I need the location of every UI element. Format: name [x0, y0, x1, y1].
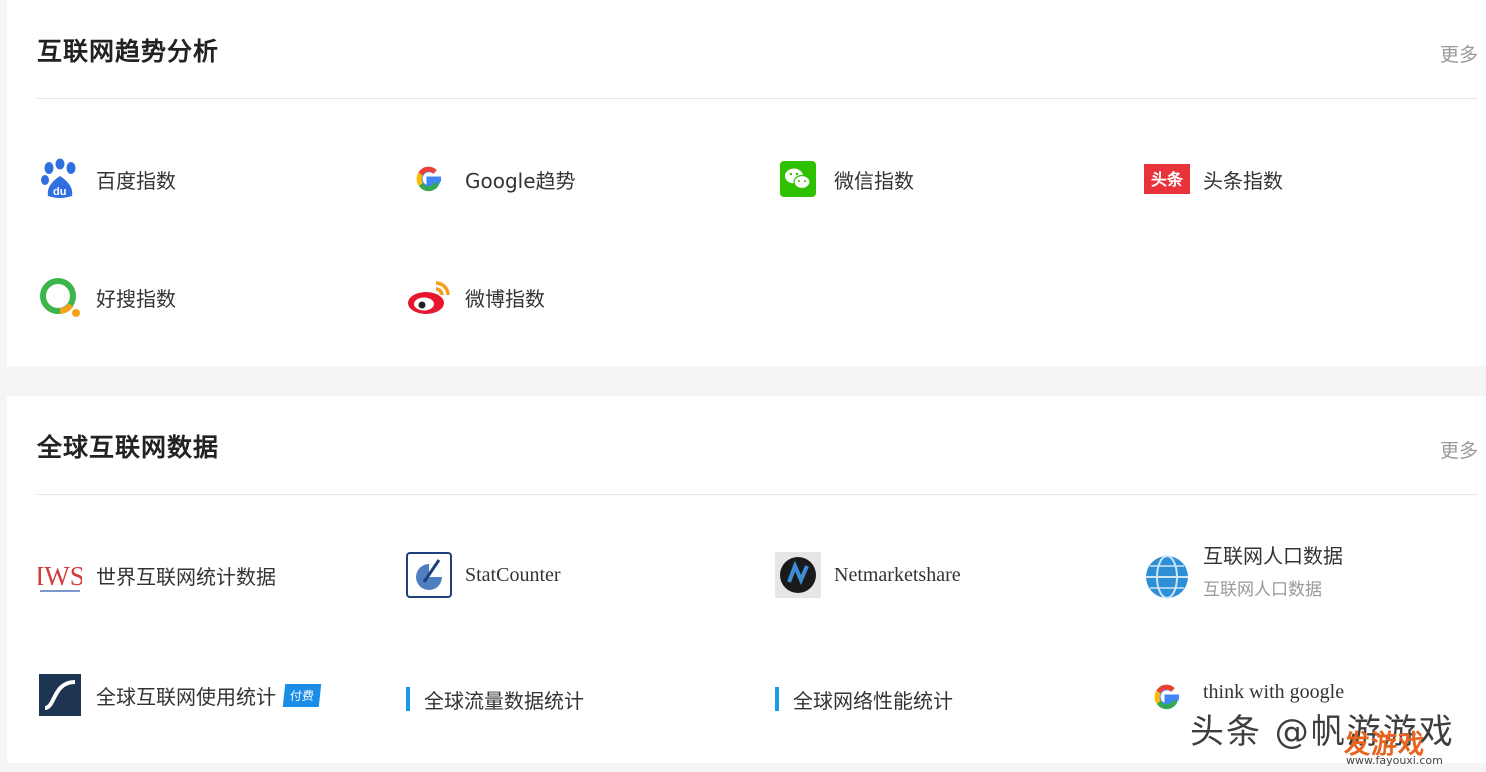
item-label: 全球互联网使用统计 [96, 684, 276, 709]
section-title: 全球互联网数据 [37, 433, 220, 462]
item-label: 世界互联网统计数据 [96, 564, 276, 589]
statcounter-link[interactable]: StatCounter [406, 552, 561, 598]
internet-world-stats-link[interactable]: IWS 世界互联网统计数据 [37, 552, 276, 598]
item-label: 互联网人口数据 [1203, 544, 1343, 568]
svg-text:du: du [53, 186, 66, 198]
item-label: StatCounter [465, 563, 561, 586]
google-trends-link[interactable]: Google趋势 [406, 156, 576, 202]
divider [37, 494, 1478, 495]
wechat-index-link[interactable]: 微信指数 [775, 156, 914, 202]
weibo-icon [406, 274, 452, 320]
global-network-performance-link[interactable]: 全球网络性能统计 [775, 676, 953, 722]
more-link[interactable]: 更多 [1440, 40, 1478, 67]
iws-icon-text: IWS [38, 561, 82, 591]
globe-icon [1144, 554, 1190, 600]
toutiao-icon: 头条 [1144, 156, 1190, 202]
paid-badge: 付费 [282, 683, 322, 707]
usage-stats-icon [37, 672, 83, 718]
section-title: 互联网趋势分析 [37, 37, 220, 66]
divider [37, 98, 1478, 99]
global-internet-usage-link[interactable]: 全球互联网使用统计 付费 [37, 672, 322, 718]
bar-marker [775, 687, 779, 711]
item-label: 微博指数 [465, 286, 545, 311]
toutiao-index-link[interactable]: 头条 头条指数 [1144, 156, 1283, 202]
weibo-index-link[interactable]: 微博指数 [406, 274, 545, 320]
item-label: 好搜指数 [96, 286, 176, 311]
more-link[interactable]: 更多 [1440, 436, 1478, 463]
item-label: Netmarketshare [834, 563, 961, 586]
baidu-index-link[interactable]: du 百度指数 [37, 156, 176, 202]
statcounter-icon [406, 552, 452, 598]
haosou-index-link[interactable]: 好搜指数 [37, 274, 176, 320]
iws-icon: IWS [37, 552, 83, 598]
internet-trends-panel: 互联网趋势分析 更多 du 百度指数 Google趋势 微信指数 头条 头条指数… [7, 0, 1486, 366]
netmarketshare-link[interactable]: Netmarketshare [775, 552, 961, 598]
item-label: 全球网络性能统计 [793, 688, 953, 713]
internet-population-link[interactable]: 互联网人口数据 互联网人口数据 [1144, 540, 1343, 614]
item-text-group: 互联网人口数据 互联网人口数据 [1203, 540, 1343, 600]
toutiao-icon-text: 头条 [1151, 170, 1184, 189]
item-label: Google趋势 [465, 168, 576, 193]
global-traffic-stats-link[interactable]: 全球流量数据统计 [406, 676, 584, 722]
item-label: 百度指数 [96, 168, 176, 193]
baidu-icon: du [37, 156, 83, 202]
haosou-icon [37, 274, 83, 320]
item-label: 全球流量数据统计 [424, 688, 584, 713]
item-label: 头条指数 [1203, 168, 1283, 193]
item-label: 微信指数 [834, 168, 914, 193]
item-sublabel: 互联网人口数据 [1203, 580, 1322, 600]
google-icon [406, 156, 452, 202]
netmarketshare-icon [775, 552, 821, 598]
google-icon [1144, 674, 1190, 720]
wechat-icon [775, 156, 821, 202]
watermark-url: www.fayouxi.com [1346, 754, 1443, 767]
bar-marker [406, 687, 410, 711]
item-label: think with google [1203, 680, 1345, 703]
